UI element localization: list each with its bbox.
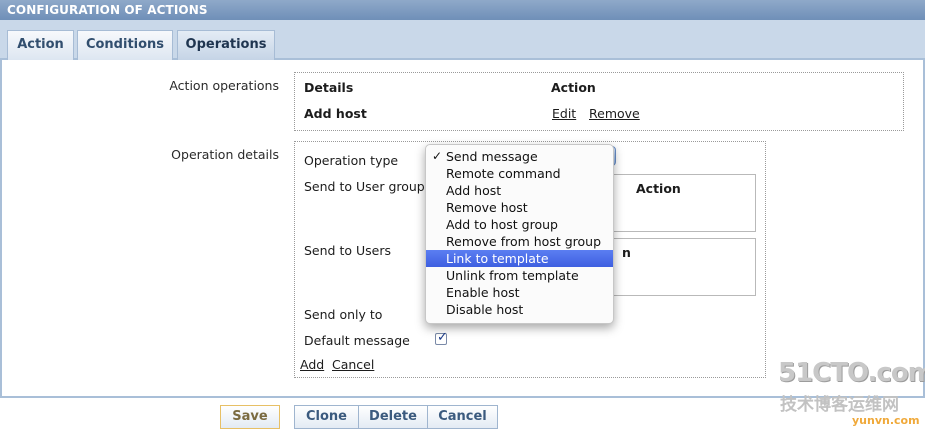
checkmark-icon: ✓ [437, 330, 448, 345]
tab-bar: Action Conditions Operations [0, 20, 925, 60]
default-message-label: Default message [304, 333, 410, 348]
users-action-header: n [622, 245, 631, 260]
header-details: Details [304, 80, 354, 95]
dropdown-option[interactable]: Disable host [426, 301, 613, 318]
cancel-link[interactable]: Cancel [332, 357, 374, 372]
dropdown-option-highlighted[interactable]: Link to template [426, 250, 613, 267]
content-area: Action operations Details Action Add hos… [0, 60, 925, 396]
dropdown-option[interactable]: Remove host [426, 199, 613, 216]
watermark-brand: 51CTO.com [778, 358, 925, 388]
header-action: Action [551, 80, 596, 95]
cancel-button[interactable]: Cancel [427, 405, 498, 429]
dropdown-option[interactable]: Unlink from template [426, 267, 613, 284]
tab-operations[interactable]: Operations [177, 30, 275, 60]
watermark-tagline: 技术博客运维网 [780, 395, 899, 415]
send-only-to-label: Send only to [304, 307, 383, 322]
tab-conditions[interactable]: Conditions [77, 30, 173, 60]
save-button[interactable]: Save [220, 405, 280, 429]
watermark-logo: 51CTO.com 技术博客运维网 yunvn.com [758, 356, 925, 430]
checkmark-icon: ✓ [432, 149, 443, 163]
action-operations-table: Details Action Add host Edit Remove [294, 72, 904, 131]
delete-button[interactable]: Delete [358, 405, 428, 429]
tab-action[interactable]: Action [7, 30, 74, 60]
dropdown-option[interactable]: Add to host group [426, 216, 613, 233]
operation-row-details: Add host [304, 106, 367, 121]
default-message-checkbox[interactable]: ✓ [435, 330, 448, 345]
action-operations-label: Action operations [169, 78, 279, 93]
dropdown-option[interactable]: Add host [426, 182, 613, 199]
window-title: CONFIGURATION OF ACTIONS [0, 0, 925, 20]
clone-button[interactable]: Clone [294, 405, 359, 429]
send-user-groups-label: Send to User groups [304, 179, 432, 194]
edit-link[interactable]: Edit [552, 106, 576, 121]
dropdown-option[interactable]: Enable host [426, 284, 613, 301]
user-groups-action-header: Action [636, 181, 681, 196]
remove-link[interactable]: Remove [589, 106, 640, 121]
add-link[interactable]: Add [300, 357, 324, 372]
send-users-label: Send to Users [304, 243, 391, 258]
watermark-url: yunvn.com [852, 414, 920, 427]
dropdown-option[interactable]: Remove from host group [426, 233, 613, 250]
dropdown-option[interactable]: ✓ Send message [426, 148, 613, 165]
dropdown-option[interactable]: Remote command [426, 165, 613, 182]
operation-type-dropdown[interactable]: ✓ Send message Remote command Add host R… [425, 144, 614, 324]
operation-details-label: Operation details [171, 147, 279, 162]
operation-type-label: Operation type [304, 153, 399, 168]
